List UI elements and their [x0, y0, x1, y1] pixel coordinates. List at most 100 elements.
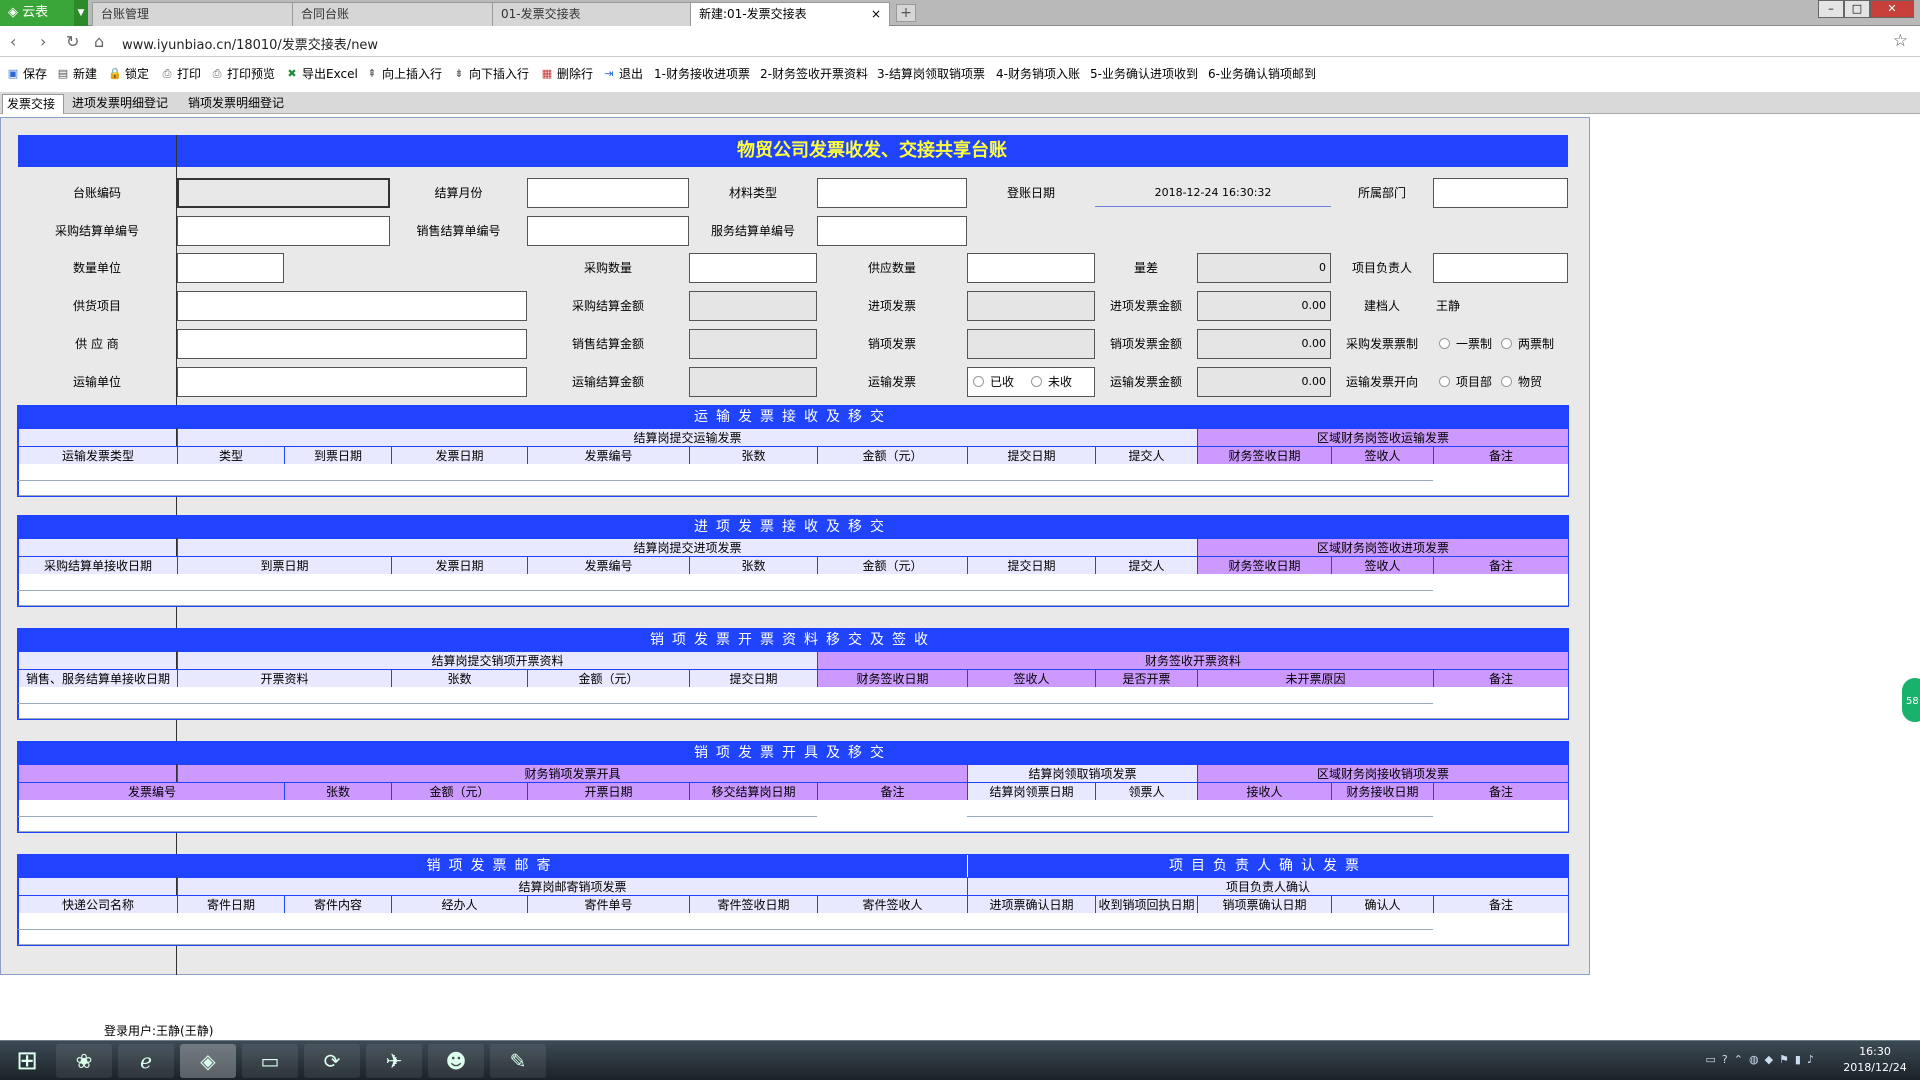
settle-month-input[interactable]: [527, 178, 689, 208]
home-icon[interactable]: ⌂: [94, 32, 104, 51]
taskbar-plane-icon[interactable]: ✈: [366, 1044, 422, 1078]
exit-button[interactable]: ⇥ 退出: [602, 65, 643, 82]
forward-icon[interactable]: ›: [40, 32, 46, 51]
taskbar-qq-icon[interactable]: ☻: [428, 1044, 484, 1078]
close-window-icon[interactable]: ✕: [1870, 0, 1914, 18]
tab-ledger-management[interactable]: 台账管理: [92, 2, 296, 26]
purchase-settle-no-input[interactable]: [177, 216, 390, 246]
input-group-left: 结算岗提交进项发票: [177, 538, 1197, 556]
supply-item-input[interactable]: [177, 291, 527, 321]
app-logo-icon: ◈: [8, 5, 23, 20]
column-header: 寄件签收日期: [689, 895, 817, 913]
ledger-code-input[interactable]: [177, 178, 390, 208]
column-header: 张数: [284, 782, 391, 800]
step-2-button[interactable]: 2-财务签收开票资料: [760, 65, 868, 82]
sheet-tab-output-invoice-detail[interactable]: 销项发票明细登记: [184, 94, 288, 114]
qty-unit-input[interactable]: [177, 253, 284, 283]
chevron-up-icon[interactable]: ⌃: [1734, 1053, 1749, 1066]
radio-single-invoice[interactable]: 一票制: [1439, 335, 1492, 352]
lock-icon: 🔒: [108, 66, 122, 80]
print-preview-button[interactable]: ⎙ 打印预览: [210, 65, 275, 82]
supply-qty-input[interactable]: [967, 253, 1095, 283]
bookmark-star-icon[interactable]: ☆: [1893, 31, 1908, 51]
maximize-icon[interactable]: □: [1844, 0, 1870, 18]
step-6-button[interactable]: 6-业务确认销项邮到: [1208, 65, 1316, 82]
tab-invoice-handover[interactable]: 01-发票交接表: [492, 2, 694, 26]
taskbar-refresh-app-icon[interactable]: ⟳: [304, 1044, 360, 1078]
signal-icon[interactable]: ▮: [1795, 1053, 1807, 1066]
export-excel-button[interactable]: ✖ 导出Excel: [285, 65, 357, 82]
department-input[interactable]: [1433, 178, 1568, 208]
insert-row-below-button[interactable]: ⇟ 向下插入行: [452, 65, 529, 82]
column-header: 类型: [177, 446, 284, 464]
radio-circle-icon: [1501, 376, 1512, 387]
new-button[interactable]: ▤ 新建: [56, 65, 97, 82]
step-3-button[interactable]: 3-结算岗领取销项票: [877, 65, 985, 82]
refresh-icon[interactable]: ↻: [66, 32, 79, 51]
sheet-tab-input-invoice-detail[interactable]: 进项发票明细登记: [68, 94, 172, 114]
service-settle-no-input[interactable]: [817, 216, 967, 246]
taskbar-app-butterfly-icon[interactable]: ❀: [56, 1044, 112, 1078]
sheet-tab-invoice-handover[interactable]: 发票交接: [2, 94, 64, 114]
floating-badge[interactable]: 58: [1900, 676, 1920, 724]
insert-row-above-button[interactable]: ⇞ 向上插入行: [365, 65, 442, 82]
print-button[interactable]: ⎙ 打印: [160, 65, 201, 82]
step-5-button[interactable]: 5-业务确认进项收到: [1090, 65, 1198, 82]
keyboard-icon[interactable]: ▭: [1705, 1053, 1721, 1066]
transport-invoice-amount-label: 运输发票金额: [1109, 375, 1182, 389]
settle-month-label: 结算月份: [434, 186, 483, 200]
taskbar-paint-icon[interactable]: ✎: [490, 1044, 546, 1078]
radio-received[interactable]: 已收: [973, 373, 1014, 390]
radio-not-received[interactable]: 未收: [1031, 373, 1072, 390]
delete-row-button[interactable]: ▦ 删除行: [540, 65, 593, 82]
back-icon[interactable]: ‹: [10, 32, 16, 51]
project-lead-input[interactable]: [1433, 253, 1568, 283]
radio-trade-company[interactable]: 物贸: [1501, 373, 1542, 390]
tab-contract-ledger[interactable]: 合同台账: [292, 2, 496, 26]
flag-icon[interactable]: ⚑: [1779, 1053, 1795, 1066]
system-clock[interactable]: 16:30 2018/12/24: [1840, 1044, 1910, 1076]
minimize-icon[interactable]: –: [1818, 0, 1844, 18]
column-header: 金额（元）: [527, 669, 689, 687]
transport-unit-input[interactable]: [177, 367, 527, 397]
column-header: 发票日期: [391, 446, 527, 464]
new-tab-button[interactable]: +: [896, 4, 916, 22]
system-tray: ▭?⌃◍◆⚑▮♪: [1705, 1053, 1820, 1066]
lock-button[interactable]: 🔒 锁定: [108, 65, 149, 82]
security-icon[interactable]: ◆: [1765, 1053, 1779, 1066]
radio-project-dept[interactable]: 项目部: [1439, 373, 1492, 390]
step-1-button[interactable]: 1-财务接收进项票: [654, 65, 750, 82]
help-icon[interactable]: ?: [1722, 1053, 1734, 1066]
supplier-input[interactable]: [177, 329, 527, 359]
url-field[interactable]: www.iyunbiao.cn/18010/发票交接表/new: [122, 34, 378, 53]
start-button[interactable]: ⊞: [0, 1044, 54, 1078]
column-header: 金额（元）: [817, 446, 967, 464]
column-header: 发票编号: [527, 556, 689, 574]
lock-label: 锁定: [125, 67, 150, 81]
column-header: 确认人: [1331, 895, 1433, 913]
app-menu-button[interactable]: ◈ 云表 ▼: [0, 0, 88, 26]
supplier-label: 供 应 商: [75, 337, 119, 351]
column-header: 张数: [391, 669, 527, 687]
network-icon[interactable]: ◍: [1749, 1053, 1765, 1066]
delete-row-label: 删除行: [557, 67, 594, 81]
chevron-down-icon[interactable]: ▼: [74, 0, 88, 26]
sales-settle-no-input[interactable]: [527, 216, 689, 246]
taskbar-yunbiao-icon[interactable]: ◈: [180, 1044, 236, 1078]
tab-new-invoice-handover[interactable]: 新建:01-发票交接表 ×: [690, 2, 890, 26]
address-bar: ‹ › ↻ ⌂ www.iyunbiao.cn/18010/发票交接表/new …: [0, 27, 1920, 57]
step-4-button[interactable]: 4-财务销项入账: [996, 65, 1080, 82]
close-tab-icon[interactable]: ×: [871, 3, 881, 25]
save-button[interactable]: ▣ 保存: [6, 65, 47, 82]
taskbar-ie-icon[interactable]: ℯ: [118, 1044, 174, 1078]
creator-value: 王静: [1435, 299, 1460, 313]
taskbar-folder-icon[interactable]: ▭: [242, 1044, 298, 1078]
purchase-qty-input[interactable]: [689, 253, 817, 283]
material-type-input[interactable]: [817, 178, 967, 208]
radio-two-invoices[interactable]: 两票制: [1501, 335, 1554, 352]
output-invoice-label: 销项发票: [867, 337, 916, 351]
header-spacer: [18, 764, 176, 782]
volume-icon[interactable]: ♪: [1807, 1053, 1820, 1066]
step-label: 5-业务确认进项收到: [1090, 67, 1198, 81]
transport-amount-label: 运输结算金额: [571, 375, 644, 389]
